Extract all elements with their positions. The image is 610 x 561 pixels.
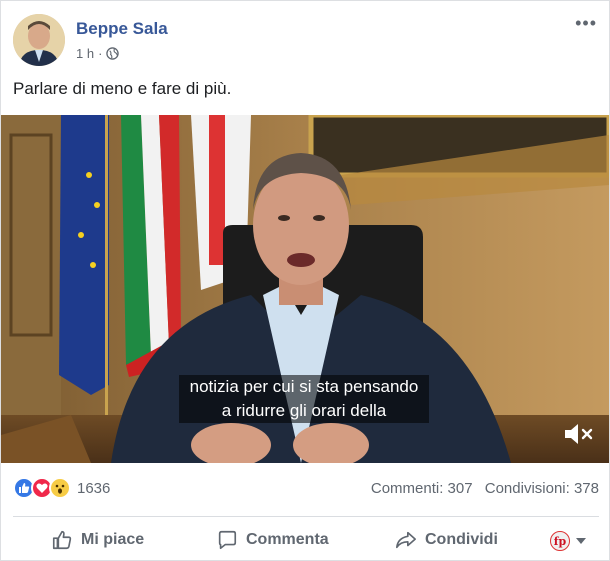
subtitle-line-2: a ridurre gli orari della	[179, 399, 429, 423]
post-meta: 1 h ·	[76, 46, 120, 61]
post-text: Parlare di meno e fare di più.	[13, 79, 232, 98]
page-selector[interactable]: fp	[550, 531, 586, 551]
comment-label: Commenta	[246, 531, 329, 548]
wow-reaction-icon	[49, 477, 71, 499]
reaction-count: 1636	[77, 479, 111, 497]
actions-divider	[13, 516, 599, 517]
post-header: Beppe Sala 1 h · •••	[1, 1, 609, 73]
subtitle-line-1: notizia per cui si sta pensando	[179, 375, 429, 399]
mute-icon[interactable]	[561, 419, 595, 449]
page-avatar-icon: fp	[550, 531, 570, 551]
comment-bubble-icon	[218, 530, 237, 550]
author-avatar[interactable]	[13, 14, 65, 66]
author-name[interactable]: Beppe Sala	[76, 19, 168, 39]
post-time[interactable]: 1 h	[76, 46, 94, 61]
comments-count[interactable]: Commenti: 307	[371, 480, 473, 497]
post-card: Beppe Sala 1 h · ••• Parlare di meno e f…	[0, 0, 610, 561]
share-arrow-icon	[396, 531, 416, 549]
thumbs-up-icon	[52, 530, 72, 550]
comment-button[interactable]: Commenta	[216, 529, 329, 551]
share-button[interactable]: Condividi	[395, 529, 498, 551]
video-subtitle: notizia per cui si sta pensando a ridurr…	[179, 375, 429, 423]
video-player[interactable]: notizia per cui si sta pensando a ridurr…	[1, 115, 609, 463]
shares-count[interactable]: Condivisioni: 378	[485, 480, 599, 497]
globe-icon	[106, 47, 120, 60]
chevron-down-icon	[576, 538, 586, 544]
meta-separator: ·	[98, 46, 103, 61]
like-label: Mi piace	[81, 531, 145, 548]
reactions-summary[interactable]: 1636	[13, 477, 110, 499]
action-bar: Mi piace Commenta Condividi fp	[13, 519, 599, 559]
more-options-icon[interactable]: •••	[575, 13, 597, 34]
share-label: Condividi	[425, 531, 498, 548]
reactions-bar: 1636 Commenti: 307 Condivisioni: 378	[13, 475, 599, 503]
engagement-counts: Commenti: 307 Condivisioni: 378	[363, 480, 599, 497]
like-button[interactable]: Mi piace	[51, 529, 144, 551]
